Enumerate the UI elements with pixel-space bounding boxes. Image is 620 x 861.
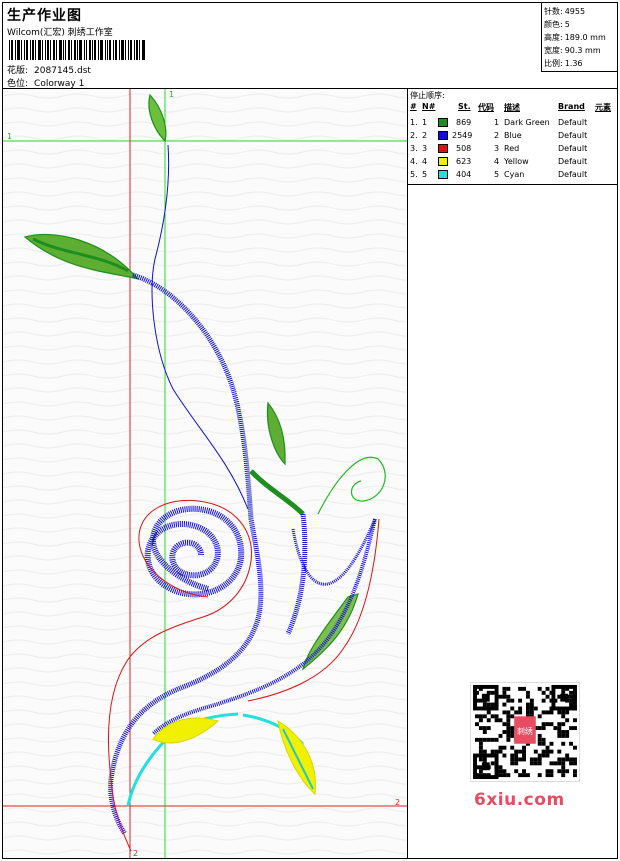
stat-height: 高度: 189.0 mm	[544, 33, 606, 42]
company-name: Wilcom(汇宏) 刺绣工作室	[7, 28, 113, 38]
guide-label-v-red: 2	[133, 849, 138, 858]
col-code: 代码	[478, 103, 494, 112]
stat-width: 宽度: 90.3 mm	[544, 46, 601, 55]
sheet-header: 生产作业图 Wilcom(汇宏) 刺绣工作室 花版: 2087145.dst 色位…	[3, 3, 617, 89]
col-needle: N#	[422, 102, 436, 111]
design-file-value: 2087145.dst	[34, 66, 91, 76]
design-canvas[interactable]: 1 1 2 2	[3, 89, 408, 858]
embroidery-preview: 1 1 2 2	[3, 89, 407, 858]
stat-scale: 比例: 1.36	[544, 59, 583, 68]
stamp-logo-text: 刺绣	[517, 726, 533, 736]
col-brand: Brand	[558, 102, 585, 111]
color-swatch	[438, 118, 448, 127]
color-swatch	[438, 157, 448, 166]
color-swatch	[438, 144, 448, 153]
design-stats: 针数: 4955 颜色: 5 高度: 189.0 mm 宽度: 90.3 mm 比例: 1…	[541, 3, 617, 72]
design-file-label: 花版:	[7, 66, 29, 76]
col-index: #	[410, 102, 417, 111]
qr-code-watermark: 刺绣	[470, 682, 580, 782]
design-file-line: 花版: 2087145.dst	[7, 63, 91, 76]
col-element: 元素	[595, 103, 611, 112]
site-watermark: 6xiu.com	[474, 790, 565, 810]
colorway-label: 色位:	[7, 79, 29, 89]
stat-colors: 颜色: 5	[544, 20, 570, 29]
stop-sequence-title: 停止顺序:	[410, 91, 445, 100]
stat-stitches: 针数: 4955	[544, 7, 586, 16]
guide-label-h-red: 2	[395, 798, 400, 807]
stop-row[interactable]: 2. 2 2549 2 Blue Default	[408, 130, 617, 143]
stop-row[interactable]: 3. 3 508 3 Red Default	[408, 143, 617, 156]
col-description: 描述	[504, 103, 520, 112]
guide-label-v-green: 1	[169, 90, 174, 99]
sheet-title: 生产作业图	[7, 8, 82, 24]
color-swatch	[438, 131, 448, 140]
colorway-line: 色位: Colorway 1	[7, 76, 84, 89]
guide-label-h-green: 1	[7, 132, 12, 141]
col-stitches: St.	[458, 102, 471, 111]
stop-row[interactable]: 1. 1 869 1 Dark Green Default	[408, 117, 617, 130]
color-swatch	[438, 170, 448, 179]
stop-sequence-panel: 停止顺序: # N# St. 代码 描述 Brand 元素 1. 1 869 1…	[408, 89, 617, 185]
stop-row[interactable]: 5. 5 404 5 Cyan Default	[408, 169, 617, 182]
barcode	[9, 40, 145, 60]
colorway-value: Colorway 1	[34, 79, 85, 89]
stop-row[interactable]: 4. 4 623 4 Yellow Default	[408, 156, 617, 169]
